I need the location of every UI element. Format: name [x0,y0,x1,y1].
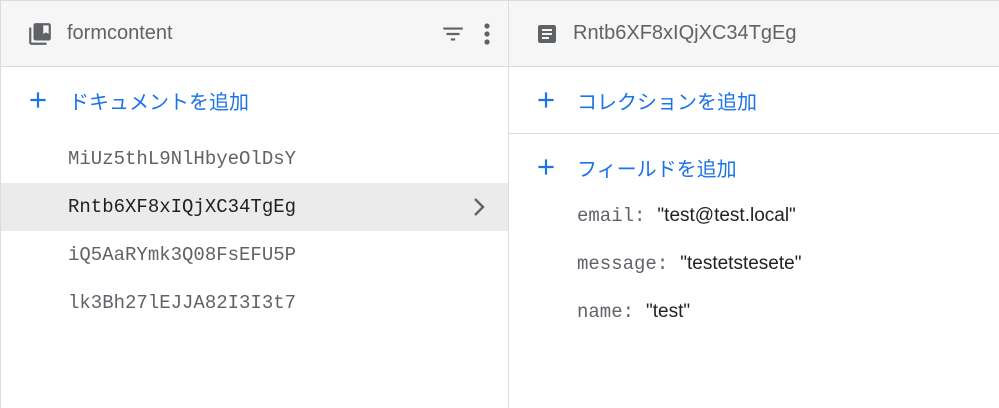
add-field-label: フィールドを追加 [577,158,737,181]
chevron-right-icon [472,183,486,231]
collection-panel: formcontent ドキュメントを追加 MiUz5thL9NlHbyeOlD… [1,1,509,408]
document-item[interactable]: iQ5AaRYmk3Q08FsEFU5P [1,231,508,279]
field-list: email: "test@test.local" message: "teste… [509,192,999,336]
document-item[interactable]: MiUz5thL9NlHbyeOlDsY [1,135,508,183]
add-field-button[interactable]: フィールドを追加 [509,134,999,200]
document-panel: Rntb6XF8xIQjXC34TgEg コレクションを追加 フィールドを追加 … [509,1,999,408]
document-id: Rntb6XF8xIQjXC34TgEg [68,196,297,218]
document-title: Rntb6XF8xIQjXC34TgEg [573,22,797,44]
plus-icon [533,87,559,113]
collection-title: formcontent [67,22,173,44]
field-value: "testetstesete" [680,253,802,274]
field-colon: : [656,253,669,275]
field-row[interactable]: email: "test@test.local" [577,192,999,240]
add-document-button[interactable]: ドキュメントを追加 [1,67,508,133]
document-item[interactable]: lk3Bh27lEJJA82I3I3t7 [1,279,508,327]
field-colon: : [622,301,635,323]
document-id: MiUz5thL9NlHbyeOlDsY [68,148,297,170]
document-list: MiUz5thL9NlHbyeOlDsY Rntb6XF8xIQjXC34TgE… [1,135,508,327]
add-collection-label: コレクションを追加 [577,91,757,114]
document-id: lk3Bh27lEJJA82I3I3t7 [68,292,297,314]
collection-header: formcontent [1,1,508,67]
document-icon [535,22,559,46]
firestore-data-view: formcontent ドキュメントを追加 MiUz5thL9NlHbyeOlD… [0,0,999,408]
collection-stack-icon [27,21,53,47]
add-collection-button[interactable]: コレクションを追加 [509,67,999,133]
document-header: Rntb6XF8xIQjXC34TgEg [509,1,999,67]
field-row[interactable]: message: "testetstesete" [577,240,999,288]
add-document-label: ドキュメントを追加 [69,91,249,114]
document-item-selected[interactable]: Rntb6XF8xIQjXC34TgEg [1,183,508,231]
field-value: "test@test.local" [657,205,796,226]
field-key: message [577,253,657,275]
plus-icon [533,154,559,180]
field-value: "test" [646,301,691,322]
more-vert-icon[interactable] [482,21,492,47]
field-key: email [577,205,635,227]
field-key: name [577,301,623,323]
plus-icon [25,87,51,113]
document-id: iQ5AaRYmk3Q08FsEFU5P [68,244,297,266]
field-row[interactable]: name: "test" [577,288,999,336]
field-colon: : [634,205,646,227]
filter-icon[interactable] [440,21,466,47]
